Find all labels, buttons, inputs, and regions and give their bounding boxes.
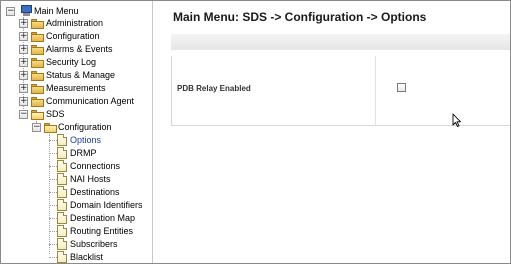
tree-item-destination-map[interactable]: Destination Map [70,212,135,224]
tree-item-subscribers[interactable]: Subscribers [70,238,118,250]
folder-open-icon [31,110,44,120]
folder-icon [31,84,44,94]
document-icon [57,225,67,237]
tree-item-blacklist[interactable]: Blacklist [70,251,103,263]
tree-item-sds[interactable]: SDS [46,108,65,120]
tree-item-security-log[interactable]: Security Log [46,56,96,68]
document-icon [57,147,67,159]
folder-icon [31,97,44,107]
expand-measurements-button[interactable]: + [19,84,28,93]
tree-connector [49,231,57,232]
tree-connector [49,179,57,180]
tree-connector [49,218,57,219]
expand-communication-agent-button[interactable]: + [19,97,28,106]
tree-item-administration[interactable]: Administration [46,17,103,29]
tree-connector [49,257,57,258]
document-icon [57,238,67,250]
collapse-sds-button[interactable]: − [19,110,28,119]
expand-configuration-button[interactable]: + [19,32,28,41]
options-column-divider [375,56,376,126]
toolbar-bar [171,34,510,50]
tree-item-sds-configuration[interactable]: Configuration [58,121,112,133]
folder-icon [31,32,44,42]
tree-item-routing-entities[interactable]: Routing Entities [70,225,133,237]
document-icon [57,160,67,172]
document-icon [57,212,67,224]
document-icon [57,199,67,211]
collapse-sds-configuration-button[interactable]: − [32,123,41,132]
page-title: Main Menu: SDS -> Configuration -> Optio… [173,10,427,24]
tree-connector [49,140,57,141]
navigation-tree: − Main Menu + Administration + Configura… [1,1,153,263]
tree-item-destinations[interactable]: Destinations [70,186,120,198]
expand-security-log-button[interactable]: + [19,58,28,67]
tree-connector [49,134,50,254]
tree-item-alarms-events[interactable]: Alarms & Events [46,43,113,55]
expand-administration-button[interactable]: + [19,19,28,28]
tree-connector [49,166,57,167]
option-label-pdb-relay: PDB Relay Enabled [177,84,251,93]
document-icon [57,251,67,263]
document-icon [57,134,67,146]
tree-item-drmp[interactable]: DRMP [70,147,97,159]
content-pane: Main Menu: SDS -> Configuration -> Optio… [154,1,510,263]
tree-item-configuration[interactable]: Configuration [46,30,100,42]
tree-item-communication-agent[interactable]: Communication Agent [46,95,134,107]
mouse-cursor-icon [452,113,461,127]
folder-icon [31,19,44,29]
pdb-relay-checkbox[interactable] [397,83,406,92]
document-icon [57,186,67,198]
tree-item-nai-hosts[interactable]: NAI Hosts [70,173,111,185]
folder-open-icon [44,123,57,133]
computer-icon [20,5,33,16]
tree-root-label[interactable]: Main Menu [34,5,79,17]
tree-connector [49,192,57,193]
expand-status-manage-button[interactable]: + [19,71,28,80]
expand-alarms-events-button[interactable]: + [19,45,28,54]
tree-item-connections[interactable]: Connections [70,160,120,172]
tree-connector [49,205,57,206]
tree-item-options[interactable]: Options [70,134,101,146]
tree-item-domain-identifiers[interactable]: Domain Identifiers [70,199,143,211]
collapse-main-menu-button[interactable]: − [6,7,15,16]
folder-icon [31,45,44,55]
tree-item-status-manage[interactable]: Status & Manage [46,69,115,81]
tree-connector [49,244,57,245]
tree-item-measurements[interactable]: Measurements [46,82,106,94]
folder-icon [31,71,44,81]
folder-icon [31,58,44,68]
document-icon [57,173,67,185]
tree-connector [49,153,57,154]
